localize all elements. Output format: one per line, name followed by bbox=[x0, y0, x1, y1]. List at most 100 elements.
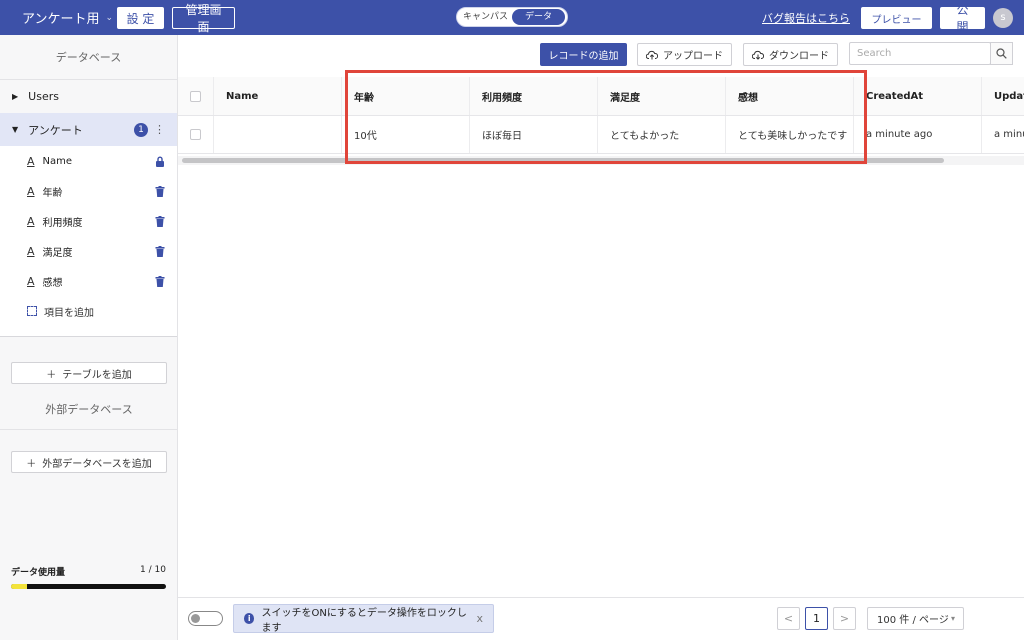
add-field-button[interactable]: 項目を追加 bbox=[0, 296, 177, 326]
search-button[interactable] bbox=[990, 42, 1013, 65]
cloud-download-icon bbox=[752, 50, 764, 60]
count-badge: 1 bbox=[134, 122, 148, 137]
add-record-button[interactable]: レコードの追加 bbox=[540, 43, 627, 66]
text-type-icon: A bbox=[27, 214, 35, 228]
add-external-label: 外部データベースを追加 bbox=[42, 458, 152, 470]
field-label: Name bbox=[42, 155, 73, 167]
table-cell[interactable]: a minu bbox=[982, 116, 1024, 153]
tab-data[interactable]: データ bbox=[512, 9, 565, 25]
settings-button[interactable]: 設 定 bbox=[117, 7, 164, 29]
table-cell[interactable]: ほぼ毎日 bbox=[470, 116, 598, 153]
field-label: 利用頻度 bbox=[42, 217, 83, 229]
column-header[interactable]: CreatedAt bbox=[854, 77, 982, 115]
add-field-icon bbox=[27, 306, 37, 316]
download-button[interactable]: ダウンロード bbox=[743, 43, 838, 66]
more-vertical-icon[interactable]: ⋮ bbox=[154, 123, 165, 136]
text-type-icon: A bbox=[27, 244, 35, 258]
cloud-upload-icon bbox=[646, 50, 658, 59]
add-field-label: 項目を追加 bbox=[44, 307, 94, 319]
lock-icon bbox=[156, 156, 164, 167]
text-type-icon: A bbox=[27, 184, 35, 198]
column-header[interactable]: 利用頻度 bbox=[470, 77, 598, 115]
add-table-button[interactable]: ＋ テーブルを追加 bbox=[11, 362, 167, 384]
field-list: A Name A 年齢 A 利用頻度 A 満足度 A 感想 項目を追加 bbox=[0, 146, 177, 337]
page-1-button[interactable]: 1 bbox=[805, 607, 828, 630]
field-label: 年齢 bbox=[42, 187, 63, 199]
avatar[interactable]: s bbox=[993, 8, 1013, 28]
table-cell[interactable] bbox=[214, 116, 342, 153]
field-item-satisfaction[interactable]: A 満足度 bbox=[0, 236, 177, 266]
download-label: ダウンロード bbox=[769, 51, 829, 62]
horizontal-scrollbar[interactable] bbox=[182, 158, 944, 163]
per-page-select[interactable]: 100 件 / ページ ▾ bbox=[867, 607, 964, 630]
table-name: Users bbox=[28, 90, 59, 103]
field-item-name[interactable]: A Name bbox=[0, 146, 177, 176]
table-header-row: Name 年齢 利用頻度 満足度 感想 CreatedAt Update bbox=[178, 77, 1024, 116]
add-external-db-button[interactable]: ＋ 外部データベースを追加 bbox=[11, 451, 167, 473]
data-usage-label: データ使用量 bbox=[11, 568, 66, 578]
data-usage-bar bbox=[11, 584, 166, 589]
sidebar-table-users[interactable]: ▶ Users bbox=[0, 80, 177, 113]
prev-page-button[interactable]: < bbox=[777, 607, 800, 630]
database-heading: データベース bbox=[0, 35, 177, 80]
select-all-checkbox[interactable] bbox=[190, 90, 201, 102]
trash-icon[interactable] bbox=[155, 275, 165, 287]
notice-text: スイッチをONにするとデータ操作をロックします bbox=[261, 607, 467, 634]
close-icon[interactable]: x bbox=[476, 612, 483, 625]
table-cell[interactable]: とてもよかった bbox=[598, 116, 726, 153]
next-page-button[interactable]: > bbox=[833, 607, 856, 630]
select-all-cell bbox=[178, 77, 214, 115]
tab-canvas[interactable]: キャンパス bbox=[459, 9, 512, 25]
text-type-icon: A bbox=[27, 274, 35, 288]
data-usage-fill bbox=[11, 584, 27, 589]
plus-icon: ＋ bbox=[46, 369, 57, 381]
column-header[interactable]: 感想 bbox=[726, 77, 854, 115]
chevron-down-icon: ⌄ bbox=[105, 12, 114, 23]
table-cell[interactable]: とても美味しかったです bbox=[726, 116, 854, 153]
caret-down-icon: ▼ bbox=[12, 125, 19, 134]
admin-button[interactable]: 管理画面 bbox=[172, 3, 235, 34]
switch-knob bbox=[191, 614, 200, 623]
trash-icon[interactable] bbox=[155, 185, 165, 197]
top-bar: アンケート用 ⌄ 設 定 管理画面 キャンパス データ バグ報告はこちら プレビ… bbox=[0, 0, 1024, 35]
trash-icon[interactable] bbox=[155, 215, 165, 227]
trash-icon[interactable] bbox=[155, 245, 165, 257]
search-input[interactable] bbox=[849, 42, 991, 65]
publish-button[interactable]: 公 開 bbox=[940, 3, 985, 34]
column-header[interactable]: 満足度 bbox=[598, 77, 726, 115]
bug-report-link[interactable]: バグ報告はこちら bbox=[762, 10, 850, 26]
info-icon: i bbox=[244, 613, 255, 624]
search-icon bbox=[996, 48, 1007, 59]
chevron-down-icon: ▾ bbox=[950, 614, 955, 623]
column-header[interactable]: 年齢 bbox=[342, 77, 470, 115]
divider bbox=[0, 429, 178, 430]
table-cell[interactable]: a minute ago bbox=[854, 116, 982, 153]
row-select-cell bbox=[178, 116, 214, 153]
upload-button[interactable]: アップロード bbox=[637, 43, 732, 66]
app-name-dropdown[interactable]: アンケート用 ⌄ bbox=[22, 8, 113, 27]
plus-icon: ＋ bbox=[26, 458, 37, 470]
field-label: 満足度 bbox=[42, 247, 73, 259]
text-type-icon: A bbox=[27, 154, 35, 168]
lock-notice: i スイッチをONにするとデータ操作をロックします x bbox=[233, 604, 494, 634]
preview-button[interactable]: プレビュー bbox=[861, 7, 932, 29]
sidebar: データベース ▶ Users ▼ アンケート 1 ⋮ A Name A 年齢 A… bbox=[0, 35, 178, 640]
app-name: アンケート用 bbox=[22, 12, 100, 27]
sidebar-table-survey[interactable]: ▼ アンケート 1 ⋮ bbox=[0, 113, 177, 146]
external-db-heading: 外部データベース bbox=[45, 403, 133, 416]
field-item-impression[interactable]: A 感想 bbox=[0, 266, 177, 296]
table-cell[interactable]: 10代 bbox=[342, 116, 470, 153]
column-header[interactable]: Name bbox=[214, 77, 342, 115]
per-page-value: 100 件 / ページ bbox=[877, 615, 949, 626]
data-usage-count: 1 / 10 bbox=[140, 565, 166, 575]
field-item-frequency[interactable]: A 利用頻度 bbox=[0, 206, 177, 236]
data-grid: Name 年齢 利用頻度 満足度 感想 CreatedAt Update 10代… bbox=[178, 77, 1024, 157]
upload-label: アップロード bbox=[663, 51, 723, 62]
field-label: 感想 bbox=[42, 277, 63, 289]
view-toggle[interactable]: キャンパス データ bbox=[456, 7, 568, 27]
column-header[interactable]: Update bbox=[982, 77, 1024, 115]
table-row[interactable]: 10代 ほぼ毎日 とてもよかった とても美味しかったです a minute ag… bbox=[178, 116, 1024, 154]
row-checkbox[interactable] bbox=[190, 129, 201, 140]
lock-switch[interactable] bbox=[188, 611, 223, 626]
field-item-age[interactable]: A 年齢 bbox=[0, 176, 177, 206]
